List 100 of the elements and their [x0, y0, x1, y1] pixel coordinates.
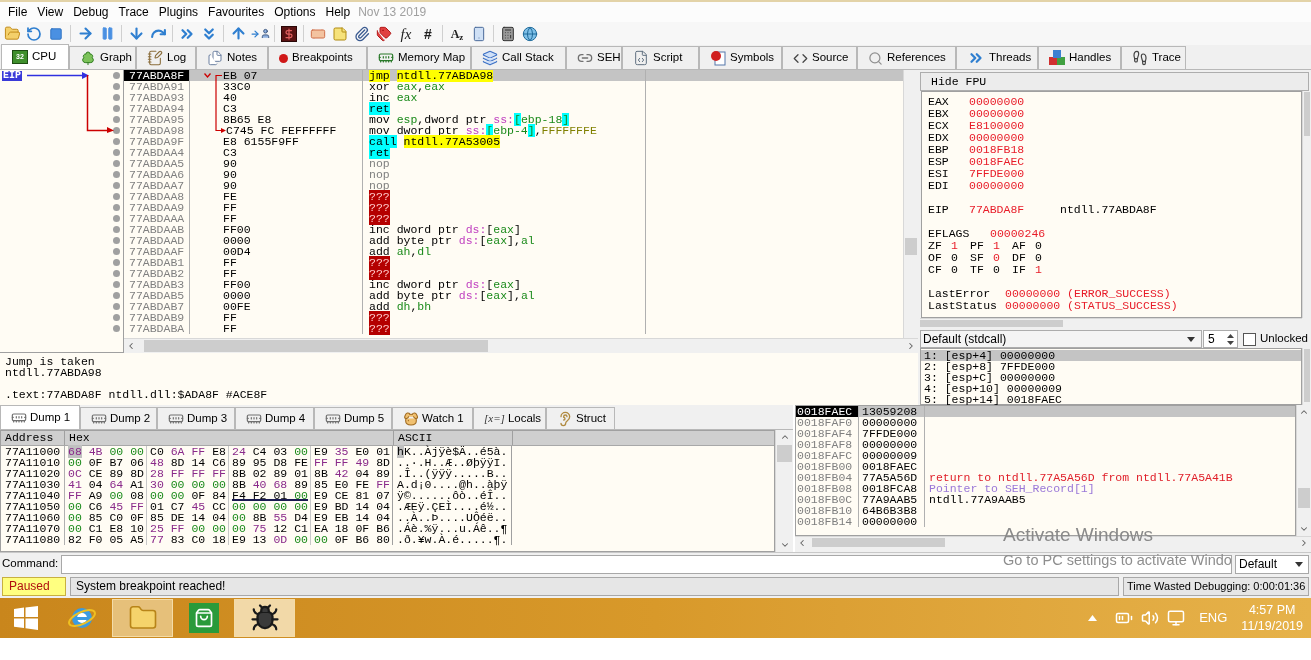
- stack-row[interactable]: 0018FB00 0018FAEC: [796, 461, 1295, 472]
- scroll-down-icon[interactable]: [1299, 524, 1309, 534]
- tab[interactable]: Trace: [1121, 46, 1186, 69]
- calculator-icon[interactable]: [500, 25, 516, 42]
- menu-item[interactable]: View: [32, 3, 69, 21]
- breakpoint-dot-icon[interactable]: [112, 270, 120, 277]
- scroll-thumb[interactable]: [812, 538, 945, 547]
- tab[interactable]: References: [857, 46, 956, 69]
- stack-row[interactable]: 0018FB0C 77A9AAB5 ntdll.77A9AAB5: [796, 494, 1295, 505]
- disasm-row[interactable]: 77ABDA91 33C0 xor eax,eax: [124, 81, 903, 92]
- tab[interactable]: Struct: [546, 407, 615, 429]
- tab[interactable]: Memory Map: [367, 46, 471, 69]
- breakpoint-dot-icon[interactable]: [112, 292, 120, 299]
- stop-square-icon[interactable]: [49, 26, 63, 41]
- bug-icon[interactable]: [249, 603, 280, 633]
- pause-icon[interactable]: [99, 26, 115, 41]
- tags-icon[interactable]: [376, 25, 392, 42]
- tab[interactable]: Call Stack: [471, 46, 566, 69]
- scroll-thumb[interactable]: [1304, 92, 1310, 136]
- breakpoint-dot-icon[interactable]: [112, 325, 120, 332]
- stack-row[interactable]: 0018FAEC 13059208: [796, 406, 1295, 417]
- disasm-row[interactable]: 77ABDAA5 90 nop: [124, 158, 903, 169]
- menu-item[interactable]: Favourites: [203, 3, 270, 21]
- stack-row[interactable]: 0018FB08 0018FCA8 Pointer to SEH_Record[1]: [796, 483, 1295, 494]
- scroll-up-icon[interactable]: [1299, 407, 1309, 417]
- disasm-row[interactable]: 77ABDABA FF ???: [124, 323, 903, 334]
- scroll-right-icon[interactable]: [1299, 537, 1309, 548]
- tab[interactable]: Dump 2: [80, 407, 157, 429]
- scroll-left-icon[interactable]: [126, 341, 136, 351]
- taskbar-button[interactable]: [234, 599, 295, 637]
- breakpoint-dot-icon[interactable]: [112, 171, 120, 178]
- tab[interactable]: Handles: [1038, 46, 1121, 69]
- disasm-row[interactable]: 77ABDAB2 FF ???: [124, 268, 903, 279]
- breakpoint-dot-icon[interactable]: [112, 226, 120, 233]
- calling-convention-dropdown[interactable]: Default (stdcall): [920, 330, 1202, 348]
- function-button[interactable]: fx: [395, 22, 417, 45]
- argument-row[interactable]: 2: [esp+8] 7FFDE000: [921, 361, 1301, 372]
- horizontal-scrollbar[interactable]: [920, 318, 1302, 328]
- breakpoint-dot-icon[interactable]: [112, 72, 120, 79]
- tab[interactable]: Notes: [196, 46, 268, 69]
- scroll-thumb[interactable]: [920, 320, 1063, 327]
- breakpoint-dot-icon[interactable]: [112, 160, 120, 167]
- stack-row[interactable]: 0018FAF8 00000000: [796, 439, 1295, 450]
- breakpoint-dot-icon[interactable]: [112, 94, 120, 101]
- stack-row[interactable]: 0018FAFC 00000009: [796, 450, 1295, 461]
- stack-row[interactable]: 0018FB04 77A5A56D return to ntdll.77A5A56D from ntdll.77A5A41B: [796, 472, 1295, 483]
- scroll-right-icon[interactable]: [906, 341, 916, 351]
- disasm-row[interactable]: 77ABDAAD 0000 add byte ptr ds:[eax],al: [124, 235, 903, 246]
- breakpoint-dot-icon[interactable]: [112, 105, 120, 112]
- argument-count-spinner[interactable]: 5: [1203, 330, 1238, 348]
- scroll-up-icon[interactable]: [779, 432, 790, 442]
- disasm-row[interactable]: 77ABDA8F EB 07 jmp ntdll.77ABDA98: [124, 70, 903, 81]
- breakpoint-dot-icon[interactable]: [112, 83, 120, 90]
- breakpoint-dot-icon[interactable]: [112, 138, 120, 145]
- disasm-row[interactable]: 77ABDA94 C3 ret: [124, 103, 903, 114]
- command-input[interactable]: [61, 554, 1232, 574]
- breakpoint-dot-icon[interactable]: [112, 314, 120, 321]
- vertical-scrollbar[interactable]: [1296, 405, 1311, 536]
- tab[interactable]: Threads: [956, 46, 1038, 69]
- disasm-row[interactable]: 77ABDAB5 0000 add byte ptr ds:[eax],al: [124, 290, 903, 301]
- tab[interactable]: Graph: [69, 46, 136, 69]
- vertical-scrollbar[interactable]: [903, 70, 918, 338]
- argument-row[interactable]: 1: [esp+4] 00000000: [921, 350, 1301, 361]
- speaker-icon[interactable]: [1141, 609, 1160, 627]
- stack-row[interactable]: 0018FAF4 7FFDE000: [796, 428, 1295, 439]
- breakpoint-dot-icon[interactable]: [112, 259, 120, 266]
- note-icon[interactable]: [332, 25, 348, 42]
- argument-row[interactable]: 4: [esp+10] 00000009: [921, 383, 1301, 394]
- tab[interactable]: SEH: [566, 46, 622, 69]
- breakpoint-dot-icon[interactable]: [112, 303, 120, 310]
- disasm-row[interactable]: 77ABDA9F E8 6155F9FF call ntdll.77A53005: [124, 136, 903, 147]
- breakpoint-dot-icon[interactable]: [112, 248, 120, 255]
- breakpoint-dot-icon[interactable]: [112, 149, 120, 156]
- breakpoint-dot-icon[interactable]: [112, 237, 120, 244]
- text-style-button[interactable]: A$_{z}$: [446, 22, 468, 45]
- tab[interactable]: [x=] Locals: [473, 407, 546, 429]
- breakpoint-dot-icon[interactable]: [112, 215, 120, 222]
- menu-item[interactable]: Debug: [68, 3, 114, 21]
- tab[interactable]: Symbols: [699, 46, 782, 69]
- menu-item[interactable]: Help: [320, 3, 356, 21]
- globe-icon[interactable]: [522, 25, 538, 42]
- tab[interactable]: Dump 1: [0, 405, 80, 429]
- menu-item[interactable]: Options: [269, 3, 321, 21]
- disasm-row[interactable]: 77ABDAA6 90 nop: [124, 169, 903, 180]
- tab[interactable]: Watch 1: [392, 407, 473, 429]
- hash-button[interactable]: #: [417, 22, 439, 45]
- windows-logo-icon[interactable]: [13, 606, 38, 630]
- command-mode-dropdown[interactable]: Default: [1235, 554, 1309, 574]
- scroll-thumb[interactable]: [905, 238, 917, 255]
- menu-item[interactable]: Plugins: [153, 3, 204, 21]
- dollar-tile-icon[interactable]: [281, 25, 297, 42]
- breakpoint-dot-icon[interactable]: [112, 182, 120, 189]
- stack-row[interactable]: 0018FAF0 00000000: [796, 417, 1295, 428]
- phone-icon[interactable]: [471, 25, 487, 42]
- argument-row[interactable]: 3: [esp+C] 00000000: [921, 372, 1301, 383]
- menu-item[interactable]: Trace: [113, 3, 154, 21]
- hide-fpu-button[interactable]: Hide FPU: [920, 72, 1309, 91]
- scroll-left-icon[interactable]: [797, 537, 807, 548]
- menu-item[interactable]: File: [3, 3, 33, 21]
- arrow-person-icon[interactable]: [249, 28, 271, 39]
